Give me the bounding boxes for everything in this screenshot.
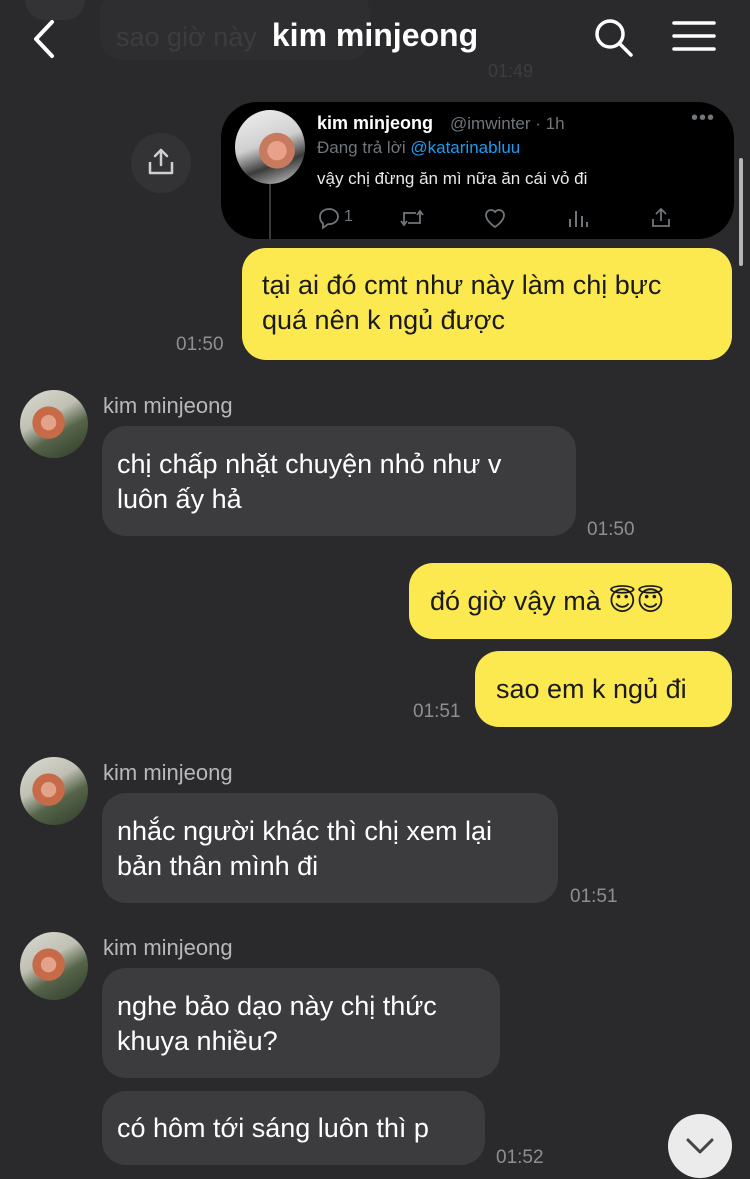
message-timestamp: 01:51: [413, 701, 461, 722]
scrollbar-thumb[interactable]: [739, 158, 743, 266]
search-icon: [595, 19, 633, 57]
tweet-retweet-button[interactable]: [399, 206, 425, 230]
tweet-reply-count: 1: [344, 208, 353, 225]
message-text-line: có hôm tới sáng luôn thì p: [117, 1113, 429, 1143]
message-text-line: đó giờ vậy mà 😇😇: [430, 586, 665, 616]
reply-prefix: Đang trả lời: [317, 138, 406, 157]
message-timestamp: 01:52: [496, 1147, 544, 1168]
message-text-line: chị chấp nhặt chuyện nhỏ như v: [117, 449, 502, 479]
previous-message-time: 01:49: [488, 61, 534, 81]
sender-name: kim minjeong: [103, 760, 233, 785]
hamburger-menu-icon: [672, 21, 716, 51]
message-text-line: luôn ấy hả: [117, 484, 242, 514]
tweet-views-button[interactable]: [566, 206, 590, 230]
share-icon: [148, 148, 174, 175]
tweet-author-name: kim minjeong: [317, 113, 434, 133]
tweet-avatar: [235, 110, 305, 184]
share-icon: [652, 208, 670, 227]
message-text-line: sao em k ngủ đi: [496, 674, 687, 704]
message-bubble-received[interactable]: chị chấp nhặt chuyện nhỏ như v luôn ấy h…: [102, 426, 576, 536]
message-text-line: nhắc người khác thì chị xem lại: [117, 816, 492, 846]
tweet-like-button[interactable]: [482, 206, 508, 230]
message-text-line: nghe bảo dạo này chị thức: [117, 991, 437, 1021]
menu-button[interactable]: [668, 14, 720, 62]
message-timestamp: 01:51: [570, 886, 618, 907]
scroll-to-bottom-button[interactable]: [668, 1114, 732, 1178]
views-chart-icon: [569, 211, 588, 227]
tweet-thread-line: [269, 184, 271, 239]
search-button[interactable]: [590, 14, 638, 62]
message-timestamp: 01:50: [176, 334, 224, 355]
tweet-more-icon[interactable]: •••: [691, 107, 715, 130]
tweet-text: vậy chị đừng ăn mì nữa ăn cái vỏ đi: [317, 169, 588, 188]
shared-tweet-card[interactable]: kim minjeong @imwinter · 1h ••• Đang trả…: [221, 102, 734, 239]
message-timestamp: 01:50: [587, 519, 635, 540]
message-bubble-sent[interactable]: đó giờ vậy mà 😇😇: [409, 563, 732, 639]
comment-icon: [319, 208, 339, 230]
reply-mention[interactable]: @katarinabluu: [410, 138, 520, 157]
tweet-replying-to: Đang trả lời @katarinabluu: [317, 138, 520, 158]
message-bubble-received[interactable]: có hôm tới sáng luôn thì p: [102, 1091, 485, 1165]
tweet-share-button[interactable]: [649, 206, 673, 230]
contact-avatar[interactable]: [20, 757, 88, 825]
heart-icon: [485, 209, 505, 229]
message-bubble-sent[interactable]: sao em k ngủ đi: [475, 651, 732, 727]
retweet-icon: [400, 209, 424, 227]
message-text-line: bản thân mình đi: [117, 851, 319, 881]
chevron-down-icon: [686, 1138, 714, 1154]
message-text-line: khuya nhiều?: [117, 1026, 278, 1056]
message-text-line: tại ai đó cmt như này làm chị bực: [262, 270, 662, 300]
share-button[interactable]: [131, 133, 191, 193]
contact-avatar[interactable]: [20, 932, 88, 1000]
contact-avatar[interactable]: [20, 390, 88, 458]
tweet-author-handle: @imwinter · 1h: [450, 114, 565, 133]
message-bubble-received[interactable]: nhắc người khác thì chị xem lại bản thân…: [102, 793, 558, 903]
sender-name: kim minjeong: [103, 393, 233, 418]
message-text-line: quá nên k ngủ được: [262, 305, 505, 335]
sender-name: kim minjeong: [103, 935, 233, 960]
message-bubble-sent[interactable]: tại ai đó cmt như này làm chị bực quá nê…: [242, 248, 732, 360]
message-bubble-received[interactable]: nghe bảo dạo này chị thức khuya nhiều?: [102, 968, 500, 1078]
